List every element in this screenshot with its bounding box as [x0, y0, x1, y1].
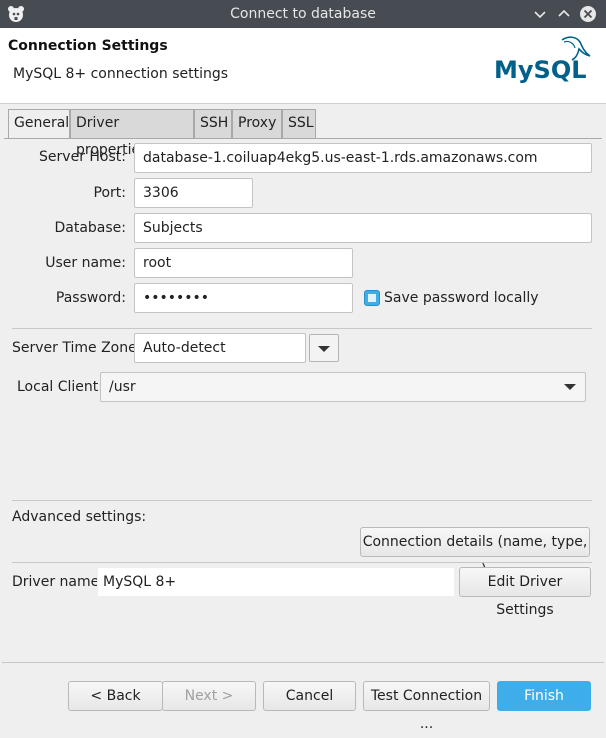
server-time-zone-input[interactable]: Auto-detect [134, 333, 306, 363]
window-title: Connect to database [230, 6, 376, 22]
footer-divider [2, 662, 604, 663]
connection-details-button[interactable]: Connection details (name, type, ... ) [360, 527, 590, 578]
driver-name-label: Driver name: [12, 574, 104, 590]
port-label: Port: [93, 185, 126, 201]
mysql-logo-text: MySQL [494, 56, 587, 84]
tab-driver-properties[interactable]: Driver properties [70, 109, 194, 158]
test-connection-button[interactable]: Test Connection ... [363, 681, 490, 732]
chevron-down-icon [564, 384, 576, 390]
tab-proxy[interactable]: Proxy [232, 109, 282, 138]
local-client-select[interactable]: /usr [100, 372, 586, 402]
local-client-label: Local Client: [17, 379, 103, 395]
tab-general[interactable]: General [8, 109, 70, 139]
dbeaver-beaver-icon [8, 6, 24, 22]
tab-ssh[interactable]: SSH [194, 109, 232, 138]
back-button[interactable]: < Back [68, 681, 163, 711]
section-divider [12, 562, 592, 563]
driver-name-value: MySQL 8+ [97, 567, 455, 597]
edit-driver-settings-button[interactable]: Edit Driver Settings [459, 567, 591, 618]
server-time-zone-label: Server Time Zone: [12, 340, 142, 356]
dialog-header: Connection Settings MySQL 8+ connection … [0, 28, 606, 104]
tabs-divider [4, 138, 602, 139]
port-input[interactable]: 3306 [134, 178, 253, 208]
header-title: Connection Settings [8, 38, 168, 54]
save-password-label: Save password locally [384, 290, 539, 306]
next-button[interactable]: Next > [162, 681, 256, 711]
cancel-button[interactable]: Cancel [263, 681, 356, 711]
advanced-settings-label: Advanced settings: [12, 509, 147, 525]
finish-button[interactable]: Finish [497, 681, 591, 711]
server-time-zone-dropdown-button[interactable] [309, 334, 339, 362]
header-subtitle: MySQL 8+ connection settings [13, 66, 229, 82]
close-icon[interactable] [578, 4, 598, 24]
database-label: Database: [54, 220, 126, 236]
chevron-up-icon[interactable] [554, 4, 574, 24]
tab-ssl[interactable]: SSL [282, 109, 316, 138]
title-bar: Connect to database [0, 0, 606, 28]
chevron-down-icon [318, 346, 330, 352]
save-password-checkbox[interactable] [364, 290, 380, 306]
database-input[interactable]: Subjects [134, 213, 592, 243]
password-input[interactable]: •••••••• [134, 283, 353, 313]
user-name-input[interactable]: root [134, 248, 353, 278]
password-label: Password: [55, 290, 126, 306]
section-divider [12, 328, 592, 329]
user-name-label: User name: [45, 255, 126, 271]
mysql-logo: MySQL [494, 36, 591, 84]
section-divider [12, 500, 592, 501]
server-host-input[interactable]: database-1.coiluap4ekg5.us-east-1.rds.am… [134, 143, 592, 173]
server-host-label: Server Host: [39, 149, 126, 165]
chevron-down-icon[interactable] [530, 4, 550, 24]
